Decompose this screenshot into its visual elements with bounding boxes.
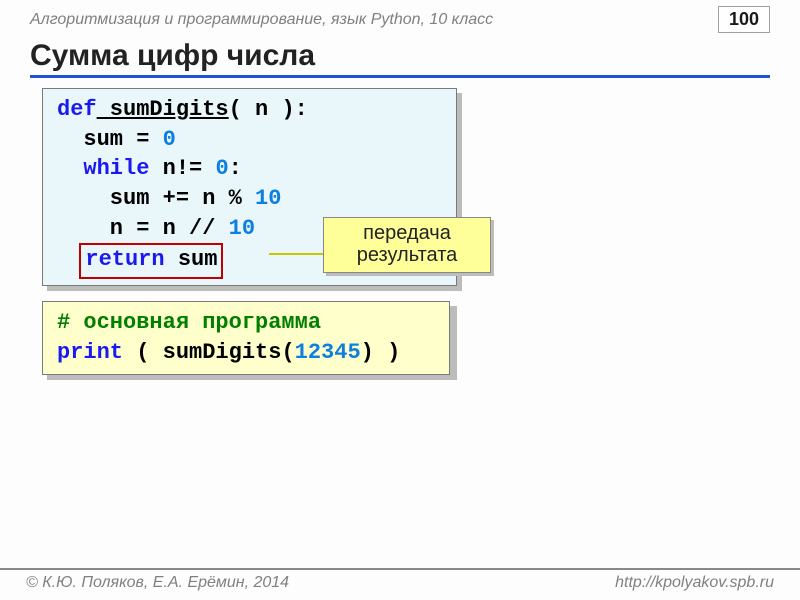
- callout-label: передача результата: [323, 217, 491, 273]
- page-number: 100: [718, 6, 770, 33]
- return-highlight: return sum: [79, 243, 223, 279]
- code-main-program: # основная программа print ( sumDigits(1…: [42, 301, 452, 374]
- footer-url: http://kpolyakov.spb.ru: [615, 574, 774, 592]
- callout-connector: [269, 253, 324, 255]
- copyright: © К.Ю. Поляков, Е.А. Ерёмин, 2014: [26, 574, 289, 592]
- slide-header: Алгоритмизация и программирование, язык …: [0, 0, 800, 35]
- slide-title: Сумма цифр числа: [30, 39, 770, 78]
- code-body-main: # основная программа print ( sumDigits(1…: [42, 301, 450, 374]
- slide-footer: © К.Ю. Поляков, Е.А. Ерёмин, 2014 http:/…: [0, 568, 800, 600]
- chapter-title: Алгоритмизация и программирование, язык …: [30, 11, 493, 29]
- code-function-definition: def sumDigits( n ): sum = 0 while n!= 0:…: [42, 88, 457, 286]
- code-body: def sumDigits( n ): sum = 0 while n!= 0:…: [42, 88, 457, 286]
